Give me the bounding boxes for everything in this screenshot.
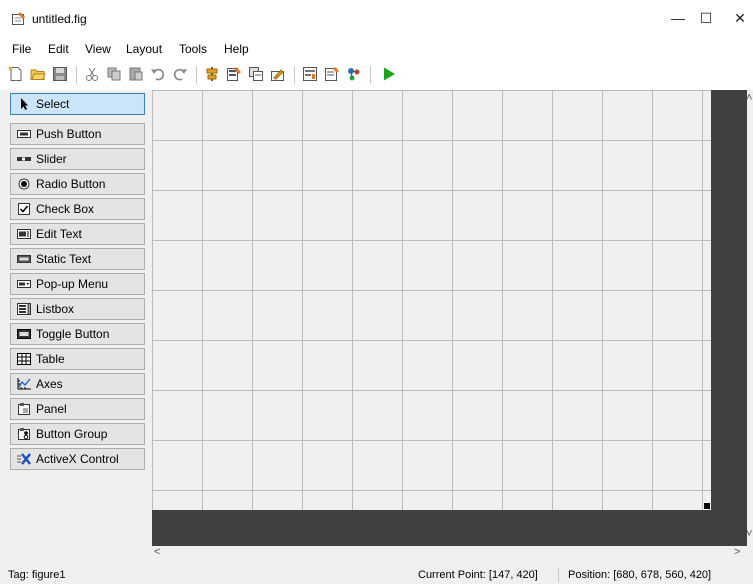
vertical-scrollbar[interactable]: ˄ ˅ [746, 90, 753, 546]
palette-listbox[interactable]: Listbox [10, 298, 145, 320]
toolbar-separator [196, 66, 197, 84]
canvas-border-bottom [152, 510, 747, 546]
toolbar-separator [294, 66, 295, 84]
palette-popup-menu[interactable]: Pop-up Menu [10, 273, 145, 295]
undo-icon[interactable] [150, 66, 166, 82]
maximize-button[interactable]: ☐ [696, 8, 716, 28]
menu-layout[interactable]: Layout [126, 42, 162, 56]
open-folder-icon[interactable] [30, 66, 46, 82]
guide-app-icon [12, 12, 25, 25]
palette-item-label: Static Text [36, 252, 92, 266]
palette-item-label: Edit Text [36, 227, 82, 241]
cut-icon[interactable] [84, 66, 100, 82]
listbox-icon [17, 303, 31, 315]
palette-panel[interactable]: Panel [10, 398, 145, 420]
palette-item-label: Button Group [36, 427, 108, 441]
palette-static-text[interactable]: Static Text [10, 248, 145, 270]
scroll-left-arrow[interactable]: < [154, 546, 160, 558]
scroll-up-arrow[interactable]: ˄ [746, 92, 752, 104]
slider-icon [17, 157, 31, 161]
status-current-point: Current Point: [147, 420] [418, 569, 538, 581]
palette-item-label: Axes [36, 377, 63, 391]
redo-icon[interactable] [172, 66, 188, 82]
palette-toggle-button[interactable]: Toggle Button [10, 323, 145, 345]
new-file-icon[interactable] [8, 66, 24, 82]
palette-item-label: Select [36, 97, 70, 111]
run-figure-icon[interactable] [381, 66, 397, 82]
palette-item-label: Table [36, 352, 65, 366]
table-icon [17, 353, 31, 365]
close-button[interactable]: ✕ [730, 8, 750, 28]
palette-item-label: Toggle Button [36, 327, 110, 341]
palette-check-box[interactable]: Check Box [10, 198, 145, 220]
palette-item-label: Radio Button [36, 177, 106, 191]
status-bar: Tag: figure1 Current Point: [147, 420] P… [0, 566, 753, 584]
toolbar-editor-icon[interactable] [270, 66, 286, 82]
tab-order-editor-icon[interactable] [248, 66, 264, 82]
axes-icon [17, 378, 31, 390]
push-button-icon [17, 130, 31, 138]
toolbar-separator [76, 66, 77, 84]
palette-item-label: Panel [36, 402, 67, 416]
palette-select[interactable]: Select [10, 93, 145, 115]
menu-editor-icon[interactable] [226, 66, 242, 82]
horizontal-scrollbar[interactable]: < > [152, 546, 753, 560]
palette-axes[interactable]: Axes [10, 373, 145, 395]
radio-button-icon [18, 178, 30, 190]
palette-radio-button[interactable]: Radio Button [10, 173, 145, 195]
menu-tools[interactable]: Tools [179, 42, 207, 56]
arrow-cursor-icon [21, 98, 28, 110]
toolbar-separator [370, 66, 371, 84]
menu-help[interactable]: Help [224, 42, 249, 56]
canvas-border-right [711, 90, 747, 546]
align-objects-icon[interactable] [204, 66, 220, 82]
palette-item-label: ActiveX Control [36, 452, 119, 466]
scroll-down-arrow[interactable]: ˅ [746, 528, 752, 540]
button-group-icon [18, 428, 30, 440]
palette-slider[interactable]: Slider [10, 148, 145, 170]
copy-icon[interactable] [106, 66, 122, 82]
palette-item-label: Pop-up Menu [36, 277, 109, 291]
edit-text-icon [17, 229, 31, 239]
activex-icon [17, 453, 31, 465]
palette-item-label: Check Box [36, 202, 95, 216]
paste-icon[interactable] [128, 66, 144, 82]
popup-menu-icon [17, 280, 31, 288]
menu-edit[interactable]: Edit [48, 42, 69, 56]
scroll-right-arrow[interactable]: > [734, 546, 740, 558]
panel-icon [18, 403, 30, 415]
status-separator [558, 568, 559, 582]
status-tag: Tag: figure1 [8, 569, 66, 581]
check-box-icon [18, 203, 30, 215]
title-bar: untitled.fig — ☐ ✕ [0, 0, 753, 38]
palette-push-button[interactable]: Push Button [10, 123, 145, 145]
palette-activex-control[interactable]: ActiveX Control [10, 448, 145, 470]
palette-item-label: Push Button [36, 127, 102, 141]
palette-button-group[interactable]: Button Group [10, 423, 145, 445]
figure-resize-handle[interactable] [704, 503, 710, 509]
menu-bar: File Edit View Layout Tools Help [0, 38, 753, 60]
layout-canvas[interactable] [152, 90, 711, 510]
status-position: Position: [680, 678, 560, 420] [568, 569, 712, 581]
minimize-button[interactable]: — [668, 8, 688, 28]
static-text-icon [17, 255, 31, 263]
save-icon[interactable] [52, 66, 68, 82]
toggle-button-icon [17, 329, 31, 339]
palette-item-label: Listbox [36, 302, 75, 316]
toolbar [0, 60, 753, 90]
property-inspector-icon[interactable] [324, 66, 340, 82]
menu-view[interactable]: View [85, 42, 111, 56]
object-browser-icon[interactable] [346, 66, 362, 82]
palette-table[interactable]: Table [10, 348, 145, 370]
window-title: untitled.fig [32, 12, 87, 26]
editor-icon[interactable] [302, 66, 318, 82]
component-palette: Select Push Button Slider Radio Button C… [0, 90, 152, 546]
menu-file[interactable]: File [12, 42, 31, 56]
palette-edit-text[interactable]: Edit Text [10, 223, 145, 245]
palette-item-label: Slider [36, 152, 67, 166]
